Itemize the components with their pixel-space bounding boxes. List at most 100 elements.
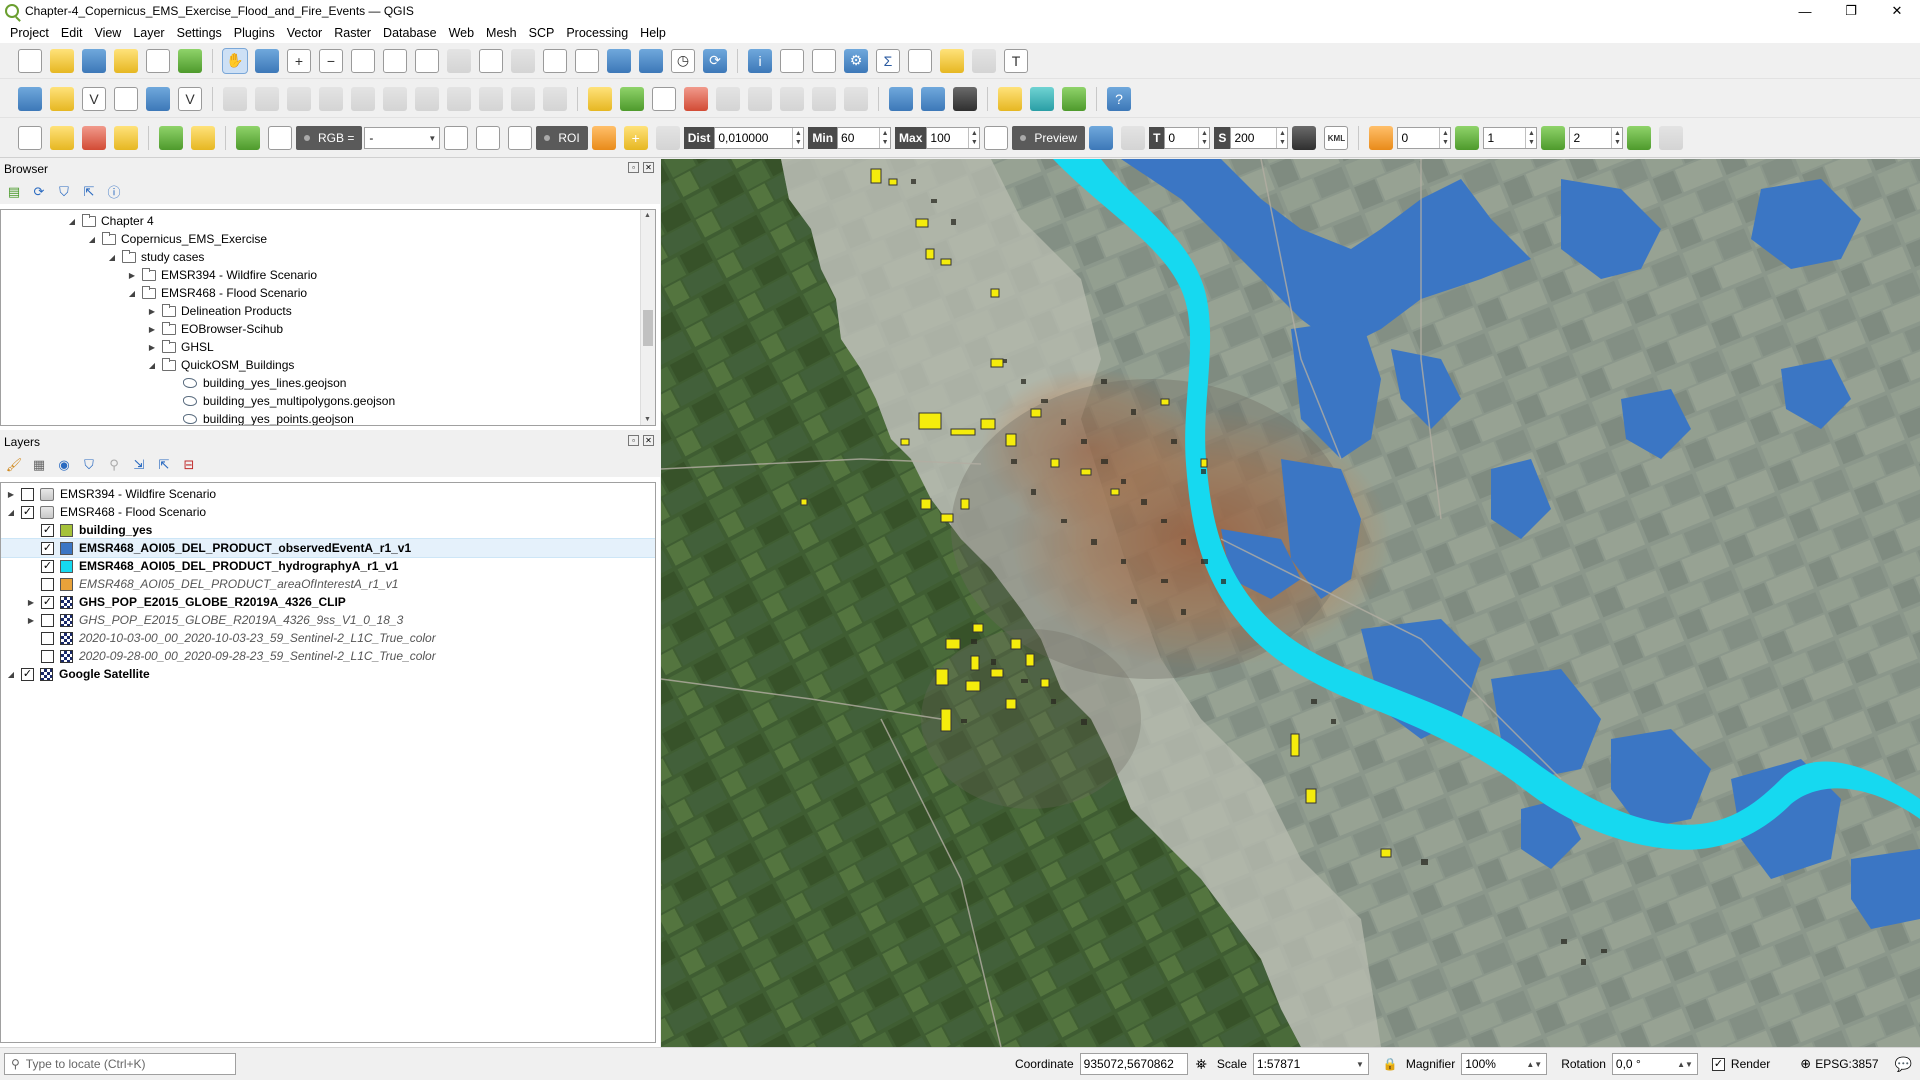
redo-preview-icon[interactable]	[1121, 126, 1146, 150]
rotate-label-icon[interactable]	[780, 86, 804, 111]
temporal-controller-icon[interactable]: ◷	[671, 48, 695, 73]
layer-labeling-icon[interactable]	[588, 86, 612, 111]
lock-scale-icon[interactable]: 🔒	[1383, 1057, 1398, 1071]
expand-icon[interactable]: ◢	[5, 670, 17, 679]
paste-features-icon[interactable]	[479, 86, 503, 111]
layer-checkbox[interactable]: ✓	[21, 667, 34, 681]
toggle-editing-icon[interactable]	[223, 86, 247, 111]
close-button[interactable]: ✕	[1874, 0, 1920, 22]
new-project-icon[interactable]	[18, 48, 42, 73]
band-a-spinbox[interactable]: 0 ▲ ▼	[1397, 127, 1452, 149]
new-spatialite-layer-icon[interactable]	[114, 86, 138, 111]
vertex-tool-icon[interactable]	[351, 86, 375, 111]
menu-scp[interactable]: SCP	[523, 26, 561, 40]
magnifier-spinbox[interactable]: 100% ▲▼	[1461, 1053, 1548, 1075]
expand-icon[interactable]: ▶	[5, 490, 17, 499]
expand-icon[interactable]: ◢	[146, 361, 158, 370]
copy-features-icon[interactable]	[447, 86, 471, 111]
expand-icon[interactable]: ◢	[86, 235, 98, 244]
menu-edit[interactable]: Edit	[55, 26, 89, 40]
run-band-c-icon[interactable]	[1627, 126, 1652, 150]
layer-row[interactable]: ◢ ✓ EMSR468 - Flood Scenario	[1, 503, 655, 521]
browser-item[interactable]: ▶ Delineation Products	[1, 302, 655, 320]
map-canvas[interactable]	[661, 159, 1920, 1047]
restore-button[interactable]: ❐	[1828, 0, 1874, 22]
t-spinbox[interactable]: 0 ▲ ▼	[1164, 127, 1211, 149]
render-checkbox[interactable]: ✓	[1711, 1057, 1725, 1071]
menu-settings[interactable]: Settings	[171, 26, 228, 40]
browser-item[interactable]: building_yes_multipolygons.geojson	[1, 392, 655, 410]
pin-labels-icon[interactable]	[684, 86, 708, 111]
band-b-spinbox[interactable]: 1 ▲ ▼	[1483, 127, 1538, 149]
expand-all-icon[interactable]: ⇲	[131, 457, 147, 473]
batch-icon[interactable]	[1659, 126, 1684, 150]
save-edits-icon[interactable]	[287, 86, 311, 111]
help-icon[interactable]: ?	[1107, 86, 1131, 111]
layer-checkbox[interactable]: ✓	[41, 523, 54, 537]
zoom-native-icon[interactable]	[447, 48, 471, 73]
browser-item[interactable]: building_yes_lines.geojson	[1, 374, 655, 392]
expand-icon[interactable]: ▶	[25, 616, 37, 625]
new-geopackage-layer-icon[interactable]	[50, 86, 74, 111]
filter-icon[interactable]: ⛉	[56, 184, 72, 200]
menu-processing[interactable]: Processing	[560, 26, 634, 40]
menu-help[interactable]: Help	[634, 26, 672, 40]
s-spinbox[interactable]: 200 ▲ ▼	[1230, 127, 1289, 149]
layout-manager-icon[interactable]	[146, 48, 170, 73]
browser-item[interactable]: ▶ EMSR394 - Wildfire Scenario	[1, 266, 655, 284]
zoom-in-icon[interactable]: +	[287, 48, 311, 73]
map-tips-icon[interactable]	[940, 48, 964, 73]
layer-row[interactable]: ▶ ✓ GHS_POP_E2015_GLOBE_R2019A_4326_CLIP	[1, 593, 655, 611]
attribute-table-icon[interactable]	[780, 48, 804, 73]
scp-input-image-icon[interactable]	[236, 126, 260, 150]
new-shapefile-layer-icon[interactable]: V	[82, 86, 106, 111]
save-project-icon[interactable]	[82, 48, 106, 73]
style-manager-icon[interactable]	[178, 48, 202, 73]
browser-item[interactable]: ▶ GHSL	[1, 338, 655, 356]
filter-expression-icon[interactable]: ⚲	[106, 457, 122, 473]
add-group-icon[interactable]: ▦	[31, 457, 47, 473]
coordinate-field[interactable]: 935072,5670862	[1079, 1053, 1188, 1075]
activate-roi-pointer-icon[interactable]: +	[623, 126, 648, 150]
pan-icon[interactable]: ✋	[222, 47, 248, 74]
rotation-spinbox[interactable]: 0,0 ° ▲▼	[1611, 1053, 1698, 1075]
menu-raster[interactable]: Raster	[328, 26, 377, 40]
std-dev-stretch-icon[interactable]	[476, 126, 501, 150]
band-c-spinbox[interactable]: 2 ▲ ▼	[1569, 127, 1624, 149]
quickosm-icon[interactable]	[953, 86, 977, 111]
zoom-roi-icon[interactable]	[508, 126, 533, 150]
collapse-all-icon[interactable]: ⇱	[156, 457, 172, 473]
statistical-summary-icon[interactable]: Σ	[876, 48, 900, 73]
min-spinbox[interactable]: 60 ▲ ▼	[837, 127, 892, 149]
cut-features-icon[interactable]	[415, 86, 439, 111]
undo-icon[interactable]	[511, 86, 535, 111]
collapse-icon[interactable]: ▶	[146, 307, 158, 316]
collapse-icon[interactable]: ▶	[126, 271, 138, 280]
python-console-icon[interactable]	[998, 86, 1022, 111]
expand-icon[interactable]: ◢	[126, 289, 138, 298]
remove-temp-files-icon[interactable]	[1292, 126, 1317, 150]
band-set-icon[interactable]	[1369, 126, 1394, 150]
remove-layer-icon[interactable]: ⊟	[181, 457, 197, 473]
zoom-preview-icon[interactable]	[984, 126, 1009, 150]
coordinate-toggle-icon[interactable]: ⛯	[1196, 1056, 1207, 1073]
expand-icon[interactable]: ▶	[25, 598, 37, 607]
data-source-manager-icon[interactable]	[18, 86, 42, 111]
show-bookmarks-icon[interactable]	[639, 48, 663, 73]
highlight-pinned-labels-icon[interactable]	[652, 86, 676, 111]
scp-dock-icon[interactable]	[191, 126, 215, 150]
expand-icon[interactable]: ◢	[66, 217, 78, 226]
new-print-layout-icon[interactable]	[114, 48, 138, 73]
label-properties-icon[interactable]	[844, 86, 868, 111]
rgb-button[interactable]: RGB =	[296, 126, 363, 150]
collapse-icon[interactable]: ▶	[146, 325, 158, 334]
delete-selected-icon[interactable]	[383, 86, 407, 111]
processing-toolbox-icon[interactable]: ⚙	[844, 48, 868, 73]
scp-zoom-image-icon[interactable]	[268, 126, 292, 150]
new-virtual-layer-icon[interactable]: V	[178, 86, 202, 111]
layer-checkbox[interactable]: ✓	[21, 505, 34, 519]
dist-spinbox[interactable]: 0,010000 ▲ ▼	[714, 127, 805, 149]
menu-database[interactable]: Database	[377, 26, 443, 40]
zoom-last-icon[interactable]	[479, 48, 503, 73]
layer-checkbox[interactable]	[41, 613, 54, 627]
